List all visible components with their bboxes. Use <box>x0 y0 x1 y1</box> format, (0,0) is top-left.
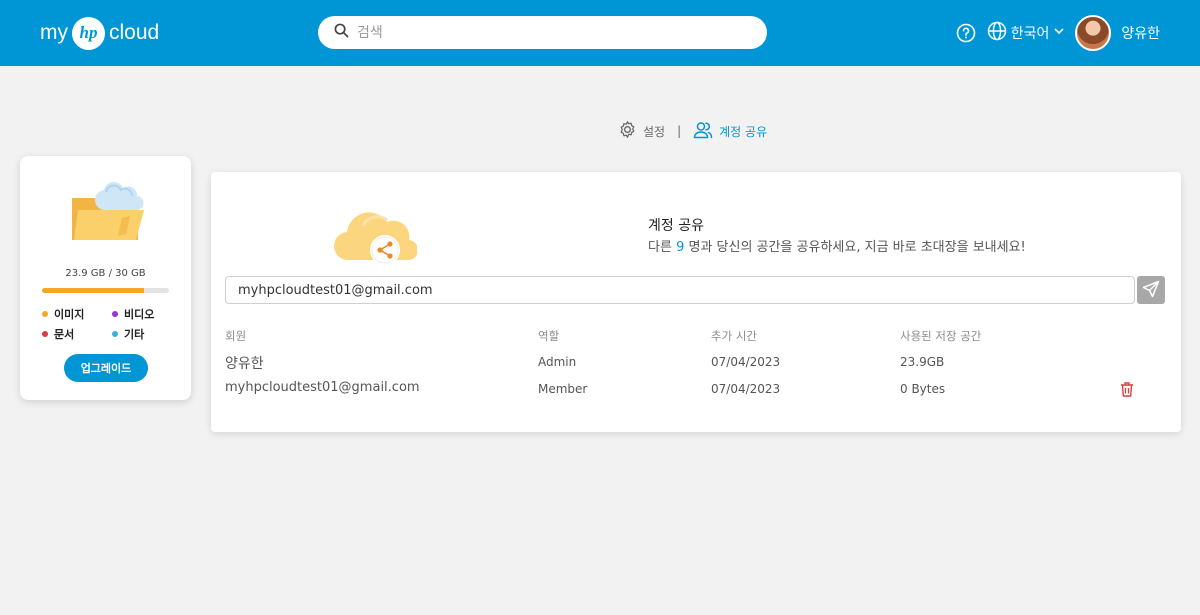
legend-item: 비디오 <box>112 306 182 322</box>
members-table: 회원 역할 추가 시간 사용된 저장 공간 양유한 Admin 07/04/2023 23.… <box>225 328 1165 409</box>
cell-role: Admin <box>538 355 577 369</box>
cell-member: myhpcloudtest01@gmail.com <box>225 380 420 395</box>
share-desc-after: 명과 당신의 공간을 공유하세요, 지금 바로 초대장을 보내세요! <box>684 240 1026 255</box>
cell-used: 0 Bytes <box>900 382 946 396</box>
avatar[interactable] <box>1075 15 1112 51</box>
send-invite-button[interactable] <box>1137 276 1165 304</box>
legend-item: 기타 <box>112 326 182 342</box>
column-header: 추가 시간 <box>711 329 757 343</box>
legend-label: 기타 <box>124 328 145 341</box>
hp-logo-icon: hp <box>72 16 105 50</box>
invite-row <box>225 276 1165 304</box>
cell-added: 07/04/2023 <box>711 355 781 369</box>
users-icon <box>693 121 713 142</box>
trash-icon[interactable] <box>1119 381 1135 401</box>
top-bar: my hp cloud 한국어 양유한 <box>0 0 1200 66</box>
table-row: myhpcloudtest01@gmail.com Member 07/04/202… <box>225 380 1165 409</box>
search-icon <box>334 23 349 42</box>
tab-share-label: 계정 공유 <box>719 124 768 139</box>
share-desc-before: 다른 <box>648 240 677 255</box>
header-actions: 한국어 양유한 <box>955 14 1160 52</box>
search-box <box>318 16 767 49</box>
storage-usage-text: 23.9 GB / 30 GB <box>65 268 146 279</box>
chevron-down-icon <box>1053 25 1065 41</box>
table-header: 회원 역할 추가 시간 사용된 저장 공간 <box>225 328 1165 355</box>
legend-dot <box>112 331 118 337</box>
storage-progress-fill <box>42 288 144 293</box>
username[interactable]: 양유한 <box>1121 23 1160 43</box>
language-selector[interactable]: 한국어 <box>987 21 1066 45</box>
column-header: 회원 <box>225 329 247 343</box>
table-body: 양유한 Admin 07/04/2023 23.9GB myhpcloudtest01@… <box>225 355 1165 409</box>
cell-added: 07/04/2023 <box>711 382 781 396</box>
storage-legend: 이미지 비디오문서 기타 <box>42 306 182 342</box>
column-header: 사용된 저장 공간 <box>900 329 982 343</box>
upgrade-button[interactable]: 업그레이드 <box>64 354 148 382</box>
tab-settings[interactable]: 설정 <box>618 120 665 142</box>
share-title: 계정 공유 <box>648 218 704 234</box>
globe-icon <box>987 21 1007 45</box>
invite-email-input[interactable] <box>225 276 1135 304</box>
gear-icon <box>618 120 637 142</box>
legend-dot <box>42 311 48 317</box>
help-icon[interactable] <box>955 22 977 44</box>
legend-label: 비디오 <box>124 308 155 321</box>
legend-label: 이미지 <box>54 308 85 321</box>
legend-label: 문서 <box>54 328 75 341</box>
folder-cloud-icon <box>68 178 148 252</box>
cloud-share-icon <box>333 204 419 272</box>
settings-tabs: 설정 | 계정 공유 <box>618 120 767 142</box>
cell-used: 23.9GB <box>900 355 945 369</box>
table-row: 양유한 Admin 07/04/2023 23.9GB <box>225 355 1165 382</box>
storage-progress-bar <box>42 288 169 293</box>
tab-separator: | <box>677 124 682 138</box>
send-icon <box>1142 280 1160 301</box>
legend-item: 이미지 <box>42 306 112 322</box>
language-label: 한국어 <box>1010 26 1050 42</box>
share-description: 다른 9 명과 당신의 공간을 공유하세요, 지금 바로 초대장을 보내세요! <box>648 236 1026 255</box>
column-header: 역할 <box>538 329 560 343</box>
logo[interactable]: my hp cloud <box>40 15 159 51</box>
logo-cloud: cloud <box>109 21 160 44</box>
legend-dot <box>42 331 48 337</box>
cell-role: Member <box>538 382 588 396</box>
cell-member: 양유한 <box>225 356 264 372</box>
legend-dot <box>112 311 118 317</box>
storage-card: 23.9 GB / 30 GB 이미지 비디오문서 기타 업그레이드 <box>20 156 191 400</box>
tab-settings-label: 설정 <box>643 124 666 139</box>
legend-item: 문서 <box>42 326 112 342</box>
logo-my: my <box>40 21 68 44</box>
search-input[interactable] <box>357 24 737 41</box>
tab-account-sharing[interactable]: 계정 공유 <box>693 121 767 142</box>
account-sharing-card: 계정 공유 다른 9 명과 당신의 공간을 공유하세요, 지금 바로 초대장을 … <box>211 172 1181 432</box>
